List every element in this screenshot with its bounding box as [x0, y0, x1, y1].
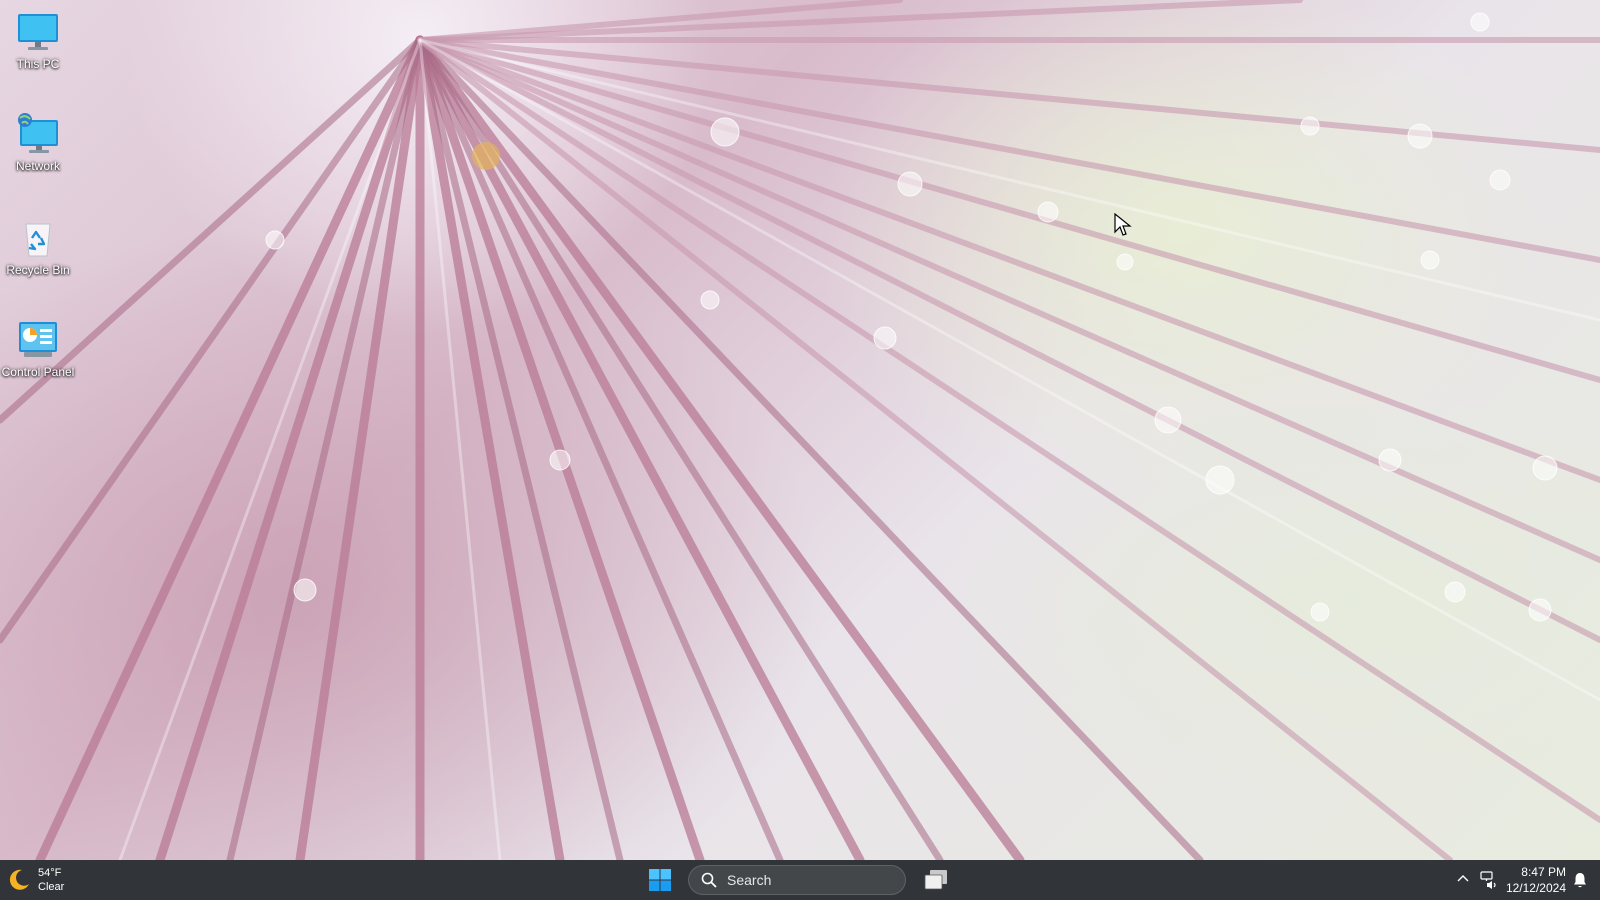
desktop-icon-label: This PC — [16, 57, 60, 71]
taskbar-clock[interactable]: 8:47 PM 12/12/2024 — [1504, 864, 1566, 896]
taskbar: 54°F Clear Search 8:47 PM 12/12/2024 — [0, 860, 1600, 900]
taskbar-search-box[interactable]: Search — [688, 865, 906, 895]
show-hidden-icons-button[interactable] — [1456, 872, 1470, 886]
wallpaper-art — [0, 0, 1600, 860]
weather-condition: Clear — [38, 881, 65, 893]
search-icon — [701, 872, 717, 888]
desktop-icon-this-pc[interactable]: This PC — [0, 10, 76, 71]
desktop-icon-recycle-bin[interactable]: Recycle Bin — [0, 216, 76, 277]
bell-icon — [1574, 873, 1586, 888]
clock-date: 12/12/2024 — [1505, 881, 1566, 895]
mouse-cursor-icon — [1114, 212, 1132, 237]
control-panel-icon — [16, 318, 60, 362]
moon-icon — [6, 867, 32, 893]
desktop-icon-label: Recycle Bin — [6, 263, 70, 277]
desktop-icon-network[interactable]: Network — [0, 112, 76, 173]
windows-logo-icon — [649, 869, 671, 891]
start-button[interactable] — [646, 866, 674, 894]
recycle-bin-icon — [16, 216, 60, 260]
desktop-icon-label: Network — [15, 159, 60, 173]
search-placeholder: Search — [727, 872, 772, 888]
weather-temp: 54°F — [38, 867, 62, 879]
task-view-icon — [924, 870, 947, 890]
monitor-icon — [16, 10, 60, 54]
desktop-icon-control-panel[interactable]: Control Panel — [0, 318, 76, 379]
task-view-button[interactable] — [922, 868, 950, 892]
clock-time: 8:47 PM — [1521, 865, 1566, 879]
weather-widget[interactable]: 54°F Clear — [6, 864, 64, 896]
chevron-up-icon — [1457, 875, 1469, 882]
network-volume-icon — [1480, 871, 1496, 889]
desktop-icon-label: Control Panel — [1, 365, 75, 379]
network-icon — [16, 112, 60, 156]
network-volume-button[interactable] — [1479, 870, 1499, 890]
notification-button[interactable] — [1572, 871, 1588, 889]
desktop-wallpaper — [0, 0, 1600, 860]
